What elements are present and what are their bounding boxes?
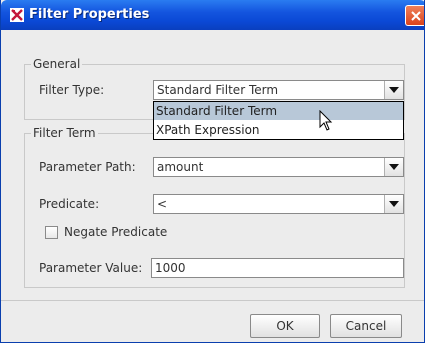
- predicate-dropdown-button[interactable]: [384, 195, 403, 213]
- chevron-down-icon: [389, 164, 399, 170]
- footer-divider: [1, 300, 424, 301]
- parameter-path-select[interactable]: amount: [153, 157, 404, 177]
- predicate-select[interactable]: <: [153, 194, 404, 214]
- negate-predicate-checkbox[interactable]: [45, 226, 58, 239]
- filter-properties-dialog: Filter Properties General Filter Type: S…: [0, 0, 425, 343]
- chevron-down-icon: [389, 87, 399, 93]
- ok-button[interactable]: OK: [250, 314, 320, 338]
- parameter-path-value: amount: [157, 160, 204, 174]
- dropdown-option-standard-filter-term[interactable]: Standard Filter Term: [154, 102, 403, 120]
- predicate-value: <: [157, 197, 168, 211]
- parameter-value-label: Parameter Value:: [39, 261, 143, 275]
- close-button[interactable]: [405, 5, 424, 26]
- title-bar[interactable]: Filter Properties: [1, 0, 424, 30]
- close-icon: [411, 11, 421, 21]
- parameter-path-dropdown-button[interactable]: [384, 158, 403, 176]
- filter-app-icon: [10, 8, 24, 22]
- parameter-path-label: Parameter Path:: [39, 160, 136, 174]
- predicate-label: Predicate:: [39, 197, 100, 211]
- dropdown-option-xpath-expression[interactable]: XPath Expression: [154, 121, 403, 139]
- chevron-down-icon: [389, 201, 399, 207]
- general-group-label: General: [31, 57, 83, 71]
- parameter-value-input[interactable]: 1000: [151, 258, 404, 278]
- filter-type-dropdown-button[interactable]: [384, 81, 403, 99]
- window-title: Filter Properties: [29, 7, 150, 22]
- filter-type-value: Standard Filter Term: [157, 83, 279, 97]
- filter-type-dropdown-list: Standard Filter Term XPath Expression: [153, 101, 404, 140]
- mouse-pointer-icon: [319, 109, 333, 135]
- filter-term-group-label: Filter Term: [31, 126, 98, 140]
- filter-type-label: Filter Type:: [39, 83, 105, 97]
- negate-predicate-label[interactable]: Negate Predicate: [64, 225, 167, 239]
- cancel-button[interactable]: Cancel: [330, 314, 402, 338]
- filter-type-select[interactable]: Standard Filter Term: [153, 80, 404, 100]
- parameter-value-text: 1000: [155, 261, 186, 275]
